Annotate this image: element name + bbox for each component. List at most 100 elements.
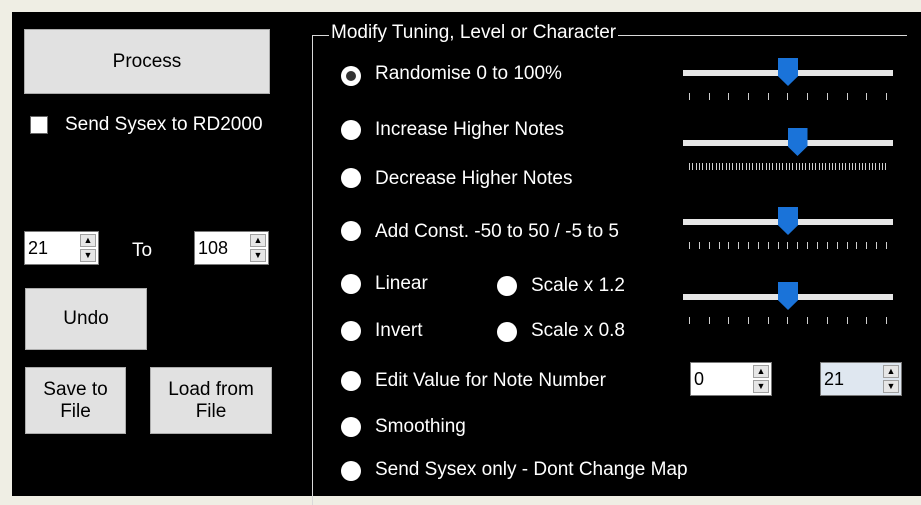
slider-tick <box>838 163 840 170</box>
range-from-stepper[interactable]: 21 ▲ ▼ <box>24 231 99 265</box>
decrease-label: Decrease Higher Notes <box>375 168 573 189</box>
smoothing-label: Smoothing <box>375 416 466 437</box>
slider-ticks <box>689 242 887 250</box>
slider-tick <box>689 242 690 249</box>
slider-tick <box>842 163 844 170</box>
slider-tick <box>698 163 700 170</box>
slider-tick <box>708 163 710 170</box>
slider-tick <box>845 163 847 170</box>
slider-tick <box>742 163 744 170</box>
slider-tick <box>689 317 690 324</box>
slider-tick <box>878 163 880 170</box>
slider-tick <box>797 242 799 249</box>
slider-tick <box>885 242 887 249</box>
range-from-arrows[interactable]: ▲ ▼ <box>80 234 96 262</box>
slider-tick <box>738 163 740 170</box>
scale12-label: Scale x 1.2 <box>531 275 625 296</box>
smoothing-radio[interactable] <box>341 417 361 437</box>
slider-tick <box>702 163 704 170</box>
slider-thumb[interactable] <box>778 207 798 235</box>
slider-tick <box>816 242 818 249</box>
linear-label: Linear <box>375 273 428 294</box>
down-arrow-icon[interactable]: ▼ <box>883 380 899 393</box>
slider-tick <box>705 163 707 170</box>
slider-tick <box>866 242 868 249</box>
slider-tick <box>835 163 837 170</box>
edit-value-arrows[interactable]: ▲ ▼ <box>753 365 769 393</box>
range-to-stepper[interactable]: 108 ▲ ▼ <box>194 231 269 265</box>
slider-tick <box>846 93 848 100</box>
slider-tick <box>832 163 834 170</box>
slider-tick <box>752 163 754 170</box>
edit-value-stepper[interactable]: 0 ▲ ▼ <box>690 362 772 396</box>
slider-tick <box>778 163 780 170</box>
invert-radio[interactable] <box>341 321 361 341</box>
save-to-file-button[interactable]: Save to File <box>25 367 126 434</box>
up-arrow-icon[interactable]: ▲ <box>250 234 266 247</box>
group-title: Modify Tuning, Level or Character <box>329 22 619 44</box>
range-to-arrows[interactable]: ▲ ▼ <box>250 234 266 262</box>
load-from-file-button[interactable]: Load from File <box>150 367 272 434</box>
note-number-arrows[interactable]: ▲ ▼ <box>883 365 899 393</box>
slider-randomise[interactable] <box>683 58 893 108</box>
slider-tick <box>798 163 800 170</box>
decrease-radio[interactable] <box>341 168 361 188</box>
slider-tick <box>828 163 830 170</box>
edit-value-label: Edit Value for Note Number <box>375 370 606 391</box>
edit-value-radio[interactable] <box>341 371 361 391</box>
slider-tick <box>802 163 804 170</box>
slider-tick <box>792 163 794 170</box>
slider-higher-notes[interactable] <box>683 128 893 178</box>
slider-ticks <box>689 317 887 325</box>
add-const-radio[interactable] <box>341 221 361 241</box>
send-only-radio[interactable] <box>341 461 361 481</box>
down-arrow-icon[interactable]: ▼ <box>753 380 769 393</box>
slider-tick <box>762 163 764 170</box>
slider-tick <box>885 93 887 100</box>
slider-tick <box>767 93 769 100</box>
slider-tick <box>856 242 858 249</box>
slider-tick <box>785 163 787 170</box>
randomise-radio[interactable] <box>341 66 361 86</box>
slider-tick <box>885 317 887 324</box>
slider-tick <box>836 242 838 249</box>
scale12-radio[interactable] <box>497 276 517 296</box>
slider-tick <box>858 163 860 170</box>
down-arrow-icon[interactable]: ▼ <box>80 249 96 262</box>
slider-tick <box>852 163 854 170</box>
slider-tick <box>695 163 697 170</box>
up-arrow-icon[interactable]: ▲ <box>883 365 899 378</box>
undo-button[interactable]: Undo <box>25 288 147 350</box>
down-arrow-icon[interactable]: ▼ <box>250 249 266 262</box>
up-arrow-icon[interactable]: ▲ <box>80 234 96 247</box>
add-const-label: Add Const. -50 to 50 / -5 to 5 <box>375 221 619 242</box>
send-sysex-checkbox[interactable] <box>30 116 48 134</box>
slider-tick <box>728 93 730 100</box>
slider-tick <box>748 317 750 324</box>
slider-tick <box>866 93 868 100</box>
slider-tick <box>758 163 760 170</box>
slider-tick <box>748 163 750 170</box>
process-button[interactable]: Process <box>24 29 270 94</box>
slider-tick <box>815 163 817 170</box>
slider-tick <box>812 163 814 170</box>
increase-radio[interactable] <box>341 120 361 140</box>
slider-tick <box>805 163 807 170</box>
slider-scale[interactable] <box>683 282 893 332</box>
slider-tick <box>757 242 759 249</box>
slider-tick <box>826 317 828 324</box>
slider-thumb[interactable] <box>787 128 808 156</box>
range-from-value: 21 <box>28 238 49 258</box>
range-to-label: To <box>132 240 153 261</box>
slider-thumb[interactable] <box>778 58 798 86</box>
up-arrow-icon[interactable]: ▲ <box>753 365 769 378</box>
slider-thumb[interactable] <box>778 282 798 310</box>
randomise-label: Randomise 0 to 100% <box>375 63 562 84</box>
note-number-stepper[interactable]: 21 ▲ ▼ <box>820 362 902 396</box>
slider-tick <box>689 163 690 170</box>
linear-radio[interactable] <box>341 274 361 294</box>
slider-add-const[interactable] <box>683 207 893 257</box>
slider-tick <box>748 242 750 249</box>
range-to-value: 108 <box>198 238 229 258</box>
scale08-radio[interactable] <box>497 322 517 342</box>
